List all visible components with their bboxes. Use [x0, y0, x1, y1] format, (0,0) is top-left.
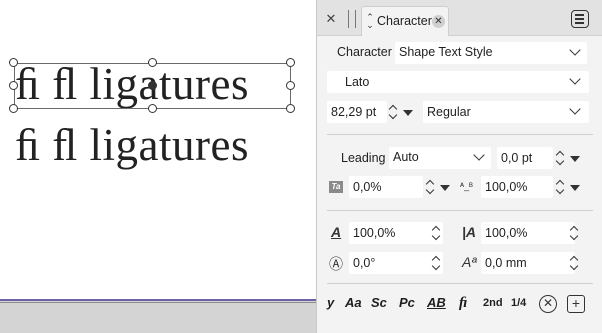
- chevron-down-icon: [569, 44, 581, 56]
- typography-toolbar: y Aa Sc Pc AB ﬁ 2nd 1/4 ✕ +: [317, 289, 602, 319]
- font-style-value: Regular: [427, 105, 471, 119]
- selection-handle-top-middle[interactable]: [148, 58, 157, 67]
- divider: [327, 134, 593, 135]
- kerning-value: 100,0%: [485, 180, 528, 194]
- character-style-value: Shape Text Style: [399, 45, 493, 59]
- panel-menu-icon[interactable]: [571, 10, 589, 28]
- font-style-dropdown[interactable]: Regular: [423, 101, 589, 123]
- button-all-caps-aa[interactable]: Aa: [345, 295, 362, 310]
- horizontal-scale-field[interactable]: 100,0%: [349, 222, 443, 244]
- button-strikethrough-ab[interactable]: AB: [427, 295, 446, 310]
- selection-handle-top-right[interactable]: [286, 58, 295, 67]
- rotation-icon: Ⓐ: [329, 256, 343, 272]
- tracking-stepper-icon[interactable]: [425, 180, 434, 194]
- vertical-scale-stepper-icon[interactable]: [569, 226, 578, 240]
- leading-dropdown-icon[interactable]: [570, 156, 580, 162]
- selection-center-handle[interactable]: [148, 81, 157, 90]
- character-label: Character: [337, 45, 392, 59]
- selection-handle-bottom-right[interactable]: [286, 104, 295, 113]
- baseline-shift-stepper-icon[interactable]: [569, 256, 578, 270]
- font-size-row: 82,29 pt Regular: [317, 101, 602, 125]
- clear-formatting-icon[interactable]: ✕: [539, 295, 557, 313]
- kerning-stepper-icon[interactable]: [555, 180, 564, 194]
- font-size-dropdown-icon[interactable]: [403, 110, 413, 116]
- tab-character-label: Character: [377, 14, 432, 28]
- baseline-shift-icon: Aª: [462, 254, 477, 270]
- leading-value: 0,0 pt: [501, 151, 533, 165]
- close-tab-icon[interactable]: ✕: [432, 15, 445, 28]
- tracking-row: Ta 0,0% ᴬ_ᴮ 100,0%: [317, 175, 602, 199]
- font-size-value: 82,29 pt: [331, 105, 377, 119]
- selection-handle-top-left[interactable]: [9, 58, 18, 67]
- tab-character[interactable]: ⌃ ⌄ Character ✕: [361, 6, 449, 36]
- panel-tab-bar: ✕ ⌃ ⌄ Character ✕: [317, 0, 602, 36]
- leading-label: Leading: [341, 151, 386, 165]
- divider: [327, 210, 593, 211]
- button-ligatures[interactable]: ﬁ: [459, 295, 467, 312]
- rotation-row: Ⓐ 0,0° Aª 0,0 mm: [317, 251, 602, 275]
- kerning-icon: ᴬ_ᴮ: [460, 181, 473, 191]
- close-panel-icon[interactable]: ✕: [323, 11, 339, 27]
- ligature-text[interactable]: ﬁ ﬂ ligatures: [15, 121, 249, 169]
- add-style-icon[interactable]: +: [567, 295, 585, 313]
- selection-handle-middle-left[interactable]: [9, 81, 18, 90]
- baseline-shift-value: 0,0 mm: [485, 256, 527, 270]
- font-family-dropdown[interactable]: Lato: [327, 71, 589, 93]
- character-style-row: Character Shape Text Style: [317, 40, 602, 64]
- rotation-value: 0,0°: [353, 256, 376, 270]
- font-family-row: Lato: [317, 71, 602, 95]
- chevron-down-icon: [569, 103, 581, 115]
- tracking-value: 0,0%: [353, 180, 382, 194]
- font-size-field[interactable]: 82,29 pt: [327, 101, 387, 123]
- leading-mode-dropdown[interactable]: Auto: [389, 147, 491, 169]
- kerning-dropdown-icon[interactable]: [570, 185, 580, 191]
- selection-handle-bottom-left[interactable]: [9, 104, 18, 113]
- horizontal-scale-value: 100,0%: [353, 226, 396, 240]
- font-size-stepper-icon[interactable]: [388, 105, 397, 119]
- horizontal-scale-stepper-icon[interactable]: [431, 226, 440, 240]
- tracking-field[interactable]: 0,0%: [349, 176, 423, 198]
- leading-row: Leading Auto 0,0 pt: [317, 146, 602, 170]
- collapse-chevrons-icon[interactable]: ⌃ ⌄: [366, 13, 374, 30]
- selection-handle-bottom-middle[interactable]: [148, 104, 157, 113]
- rotation-field[interactable]: 0,0°: [349, 252, 443, 274]
- vertical-scale-value: 100,0%: [485, 226, 528, 240]
- font-family-value: Lato: [345, 75, 370, 89]
- button-small-caps[interactable]: Sc: [371, 295, 387, 310]
- button-ordinals[interactable]: 2nd: [483, 297, 503, 309]
- leading-stepper-icon[interactable]: [555, 151, 564, 165]
- tracking-dropdown-icon[interactable]: [440, 185, 450, 191]
- button-y[interactable]: y: [327, 295, 334, 310]
- tracking-icon: Ta: [329, 181, 343, 193]
- character-panel: ✕ ⌃ ⌄ Character ✕ Character Shape Text St…: [316, 0, 602, 333]
- character-style-dropdown[interactable]: Shape Text Style: [395, 42, 587, 64]
- horizontal-scale-icon: A: [331, 224, 342, 240]
- baseline-shift-field[interactable]: 0,0 mm: [481, 252, 575, 274]
- vertical-scale-field[interactable]: 100,0%: [481, 222, 575, 244]
- chevron-down-icon: [473, 149, 485, 161]
- panel-grip-icon[interactable]: [348, 10, 356, 28]
- vertical-scale-icon: |A: [462, 224, 477, 240]
- leading-mode-value: Auto: [393, 150, 419, 164]
- selection-handle-middle-right[interactable]: [286, 81, 295, 90]
- button-fractions[interactable]: 1/4: [511, 297, 526, 309]
- scale-row: A 100,0% |A 100,0%: [317, 221, 602, 245]
- leading-value-field[interactable]: 0,0 pt: [497, 147, 553, 169]
- divider: [327, 283, 593, 284]
- kerning-field[interactable]: 100,0%: [481, 176, 553, 198]
- button-petite-caps[interactable]: Pc: [399, 295, 415, 310]
- chevron-down-icon: [569, 73, 581, 85]
- rotation-stepper-icon[interactable]: [431, 256, 440, 270]
